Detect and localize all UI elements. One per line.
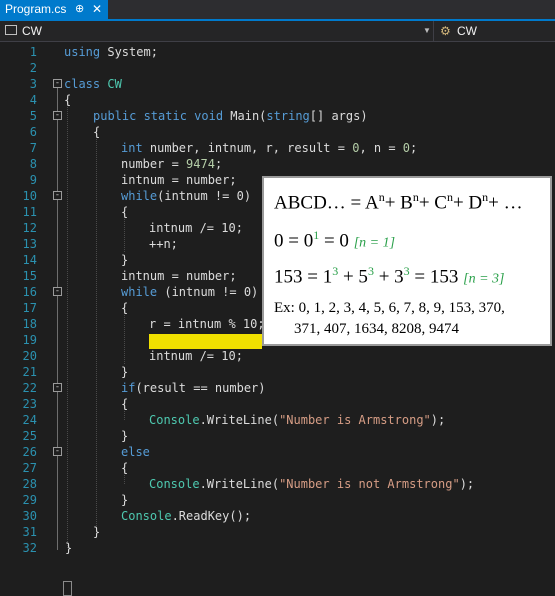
armstrong-formula: ABCD… = An+ Bn+ Cn+ Dn+ …: [274, 190, 523, 214]
line-number: 30: [22, 509, 37, 523]
chevron-down-icon: ▼: [423, 26, 431, 35]
code-line[interactable]: }: [65, 540, 72, 556]
line-number: 12: [22, 221, 37, 235]
code-line[interactable]: intnum = number;: [121, 172, 237, 188]
note-n-3: [n = 3]: [463, 271, 505, 287]
collapse-icon[interactable]: -: [53, 287, 62, 296]
tab-label: Program.cs: [5, 2, 67, 16]
code-line[interactable]: }: [121, 364, 128, 380]
code-line[interactable]: {: [93, 124, 100, 140]
collapse-icon[interactable]: -: [53, 111, 62, 120]
line-number: 2: [29, 61, 37, 75]
collapse-icon[interactable]: -: [53, 383, 62, 392]
line-number: 3: [29, 77, 37, 91]
code-line[interactable]: using System;: [64, 44, 158, 60]
line-number: 31: [22, 525, 37, 539]
line-number: 22: [22, 381, 37, 395]
line-number: 4: [29, 93, 37, 107]
line-number: 21: [22, 365, 37, 379]
code-line[interactable]: public static void Main(string[] args): [93, 108, 368, 124]
example-153: 153 = 13 + 53 + 33 = 153 [n = 3]: [274, 264, 505, 288]
line-number: 6: [29, 125, 37, 139]
line-number: 20: [22, 349, 37, 363]
line-number: 29: [22, 493, 37, 507]
code-line[interactable]: {: [121, 300, 128, 316]
examples-list-line-1: Ex: 0, 1, 2, 3, 4, 5, 6, 7, 8, 9, 153, 3…: [274, 300, 505, 316]
line-number: 17: [22, 301, 37, 315]
line-number: 18: [22, 317, 37, 331]
collapse-icon[interactable]: -: [53, 79, 62, 88]
class-icon: [5, 25, 17, 35]
code-line[interactable]: {: [64, 92, 71, 108]
tab-strip: Program.cs ⊕ ✕: [0, 0, 555, 21]
line-number: 27: [22, 461, 37, 475]
line-number: 11: [22, 205, 37, 219]
code-line[interactable]: Console.WriteLine("Number is Armstrong")…: [149, 412, 445, 428]
code-line[interactable]: Console.ReadKey();: [121, 508, 251, 524]
line-number: 15: [22, 269, 37, 283]
type-dropdown[interactable]: CW ▼: [0, 21, 434, 41]
line-number: 19: [22, 333, 37, 347]
line-number: 32: [22, 541, 37, 555]
code-line[interactable]: intnum = number;: [121, 268, 237, 284]
collapse-icon[interactable]: -: [53, 191, 62, 200]
close-icon[interactable]: ✕: [92, 0, 102, 19]
line-number: 28: [22, 477, 37, 491]
code-line[interactable]: number = 9474;: [121, 156, 222, 172]
line-number: 1: [29, 45, 37, 59]
pin-icon[interactable]: ⊕: [75, 0, 84, 19]
code-line[interactable]: int number, intnum, r, result = 0, n = 0…: [121, 140, 417, 156]
armstrong-explanation-panel: ABCD… = An+ Bn+ Cn+ Dn+ … 0 = 01 = 0 [n …: [262, 176, 552, 346]
type-dropdown-value: CW: [22, 24, 42, 38]
code-line[interactable]: {: [121, 204, 128, 220]
member-dropdown-value: CW: [457, 24, 477, 38]
collapse-icon[interactable]: -: [53, 447, 62, 456]
code-line[interactable]: {: [121, 460, 128, 476]
code-line[interactable]: while(intnum != 0): [121, 188, 251, 204]
code-line[interactable]: }: [121, 252, 128, 268]
code-line[interactable]: while (intnum != 0): [121, 284, 258, 300]
code-line[interactable]: }: [93, 524, 100, 540]
code-line[interactable]: }: [121, 428, 128, 444]
line-number: 9: [29, 173, 37, 187]
line-number: 8: [29, 157, 37, 171]
line-number: 14: [22, 253, 37, 267]
line-number: 24: [22, 413, 37, 427]
code-line[interactable]: if(result == number): [121, 380, 266, 396]
code-line[interactable]: {: [121, 396, 128, 412]
examples-list-line-2: 371, 407, 1634, 8208, 9474: [294, 321, 459, 337]
line-number: 5: [29, 109, 37, 123]
example-zero: 0 = 01 = 0 [n = 1]: [274, 228, 396, 252]
line-number: 16: [22, 285, 37, 299]
line-number: 23: [22, 397, 37, 411]
note-n-1: [n = 1]: [353, 235, 396, 251]
member-dropdown[interactable]: ⚙ CW: [435, 21, 555, 41]
line-number: 13: [22, 237, 37, 251]
line-number: 25: [22, 429, 37, 443]
code-line[interactable]: intnum /= 10;: [149, 220, 243, 236]
line-number: 26: [22, 445, 37, 459]
code-line[interactable]: else: [121, 444, 150, 460]
code-line[interactable]: intnum /= 10;: [149, 348, 243, 364]
code-line[interactable]: class CW: [64, 76, 122, 92]
code-line[interactable]: }: [121, 492, 128, 508]
brace-match-box: [63, 581, 72, 596]
navigation-bar: CW ▼ ⚙ CW: [0, 21, 555, 42]
code-line[interactable]: Console.WriteLine("Number is not Armstro…: [149, 476, 474, 492]
code-line[interactable]: r = intnum % 10;: [149, 316, 265, 332]
line-number: 7: [29, 141, 37, 155]
code-line[interactable]: ++n;: [149, 236, 178, 252]
class-member-icon: ⚙: [440, 24, 451, 38]
tab-program-cs[interactable]: Program.cs ⊕ ✕: [0, 0, 108, 19]
line-number: 10: [22, 189, 37, 203]
